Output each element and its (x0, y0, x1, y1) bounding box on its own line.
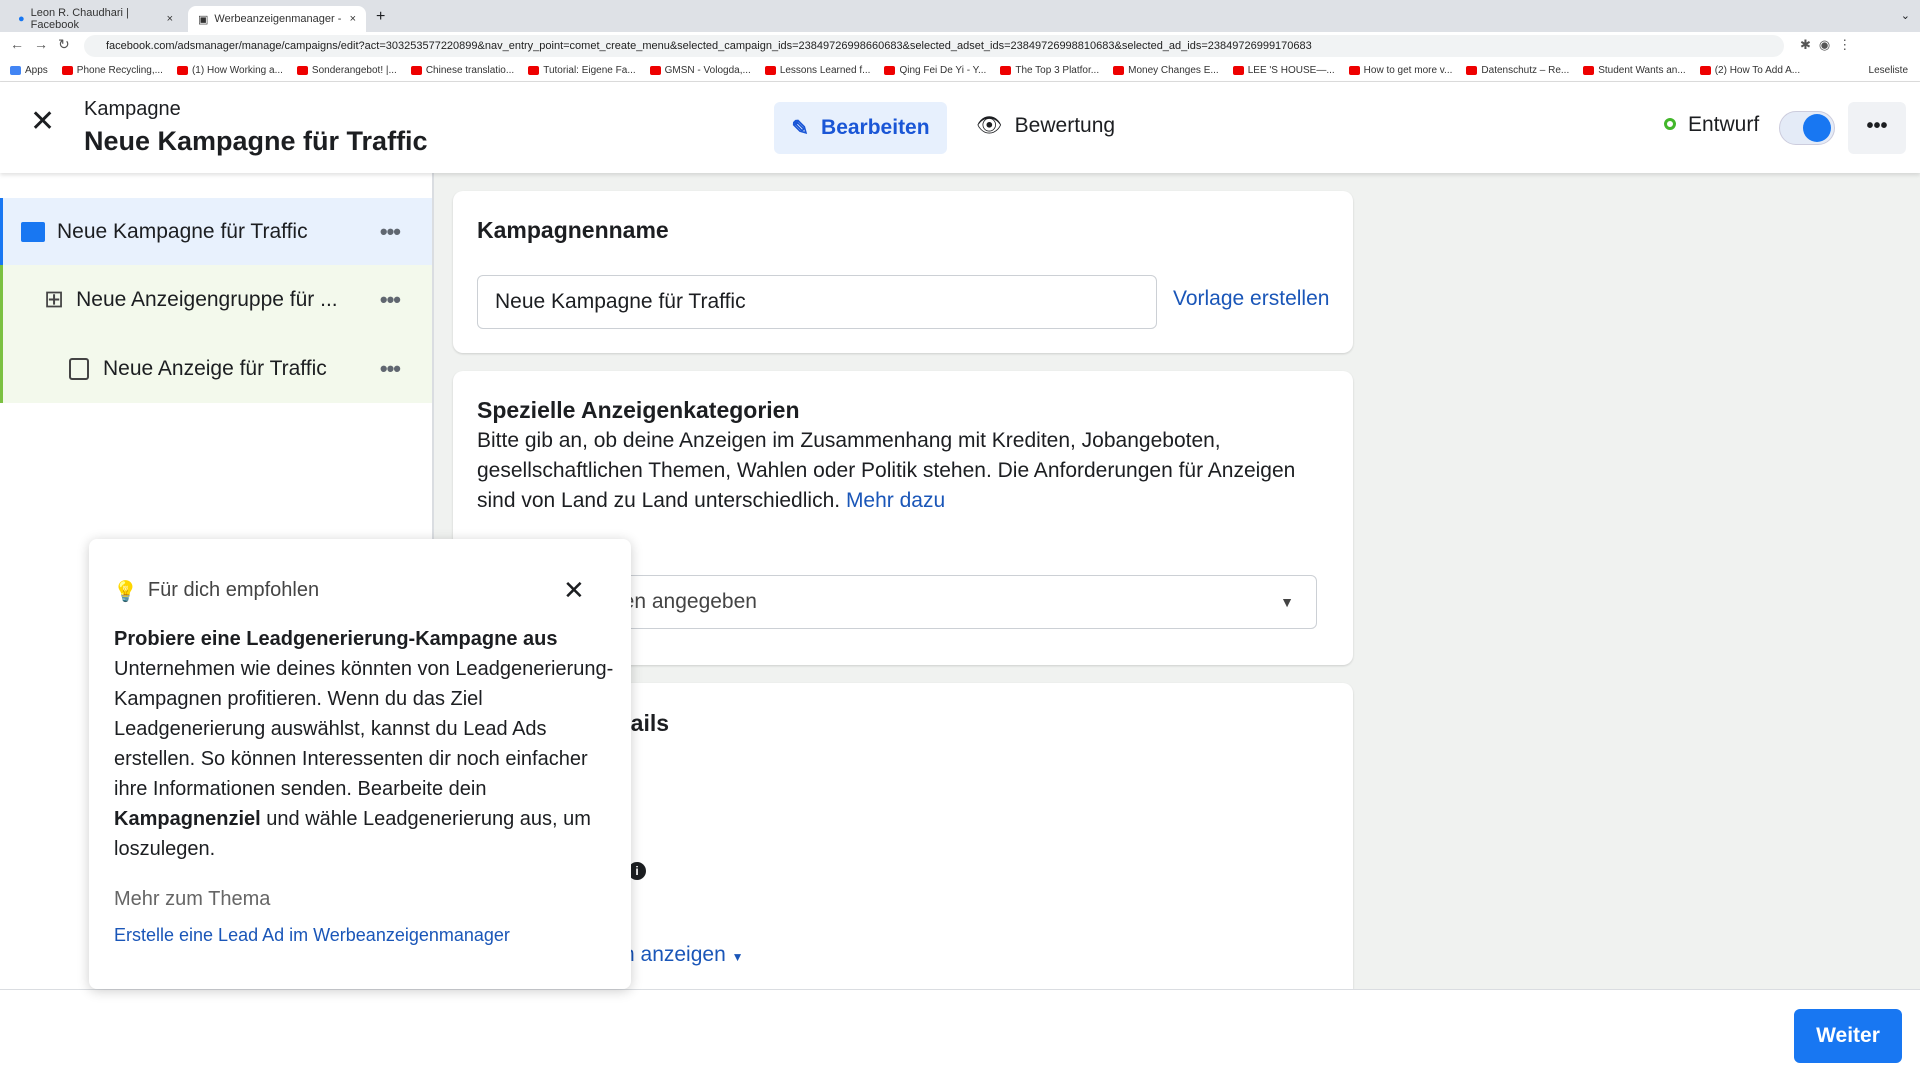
facebook-icon: ● (18, 13, 25, 25)
bookmark-icon (10, 66, 21, 75)
bookmark-icon (1232, 66, 1244, 75)
ad-icon (69, 357, 89, 380)
new-tab-button[interactable]: + (376, 8, 385, 26)
sidebar-item-campaign[interactable]: Neue Kampagne für Traffic ••• (0, 198, 432, 265)
next-button[interactable]: Weiter (1794, 1009, 1902, 1063)
item-options-icon[interactable]: ••• (380, 219, 401, 245)
bookmark-icon (296, 66, 308, 75)
bookmark-icon (1466, 66, 1478, 75)
page-title: Neue Kampagne für Traffic (84, 126, 428, 156)
bookmark-icon (884, 66, 896, 75)
browser-tab-active[interactable]: ▣Werbeanzeigenmanager - Wer× (188, 6, 366, 32)
campaign-toggle[interactable] (1779, 111, 1835, 145)
card-title: Spezielle Anzeigenkategorien (477, 397, 800, 423)
caret-down-icon: ▼ (731, 950, 744, 964)
bookmark-icon (61, 66, 73, 75)
browser-tab[interactable]: ● Leon R. Chaudhari | Facebook × (8, 6, 183, 32)
close-icon[interactable]: ✕ (30, 104, 55, 139)
bookmark-item[interactable]: GMSN - Vologda,... (649, 65, 751, 76)
menu-icon[interactable]: ⋮ (1838, 37, 1859, 52)
create-template-link[interactable]: Vorlage erstellen (1173, 287, 1329, 311)
campaign-name-input[interactable]: Neue Kampagne für Traffic (477, 275, 1157, 329)
bookmark-icon (410, 66, 422, 75)
item-options-icon[interactable]: ••• (380, 356, 401, 382)
popup-title: Probiere eine Leadgenerierung-Kampagne a… (114, 628, 558, 650)
bookmark-item[interactable]: Datenschutz – Re... (1466, 65, 1569, 76)
bookmark-item[interactable]: Student Wants an... (1583, 65, 1686, 76)
card-description: Bitte gib an, ob deine Anzeigen im Zusam… (477, 429, 1296, 512)
more-options-button[interactable]: ••• (1848, 102, 1906, 154)
bookmark-item[interactable]: Money Changes E... (1113, 65, 1219, 76)
bookmark-item[interactable]: Apps (10, 65, 48, 76)
sidebar-item-ad[interactable]: Neue Anzeige für Traffic ••• (0, 334, 432, 403)
bookmark-item[interactable]: Phone Recycling,... (61, 65, 163, 76)
forward-icon[interactable]: → (34, 36, 58, 52)
bookmark-item[interactable]: (1) How Working a... (176, 65, 283, 76)
address-bar-row: ←→↻ facebook.com/adsmanager/manage/campa… (0, 32, 1920, 60)
bookmark-icon (1583, 66, 1595, 75)
edit-tab-button[interactable]: ✎ Bearbeiten (774, 102, 947, 154)
reload-icon[interactable]: ↻ (58, 36, 80, 52)
lightbulb-icon: 💡 (113, 581, 138, 603)
learn-more-link[interactable]: Mehr dazu (846, 489, 945, 512)
grid-icon: ⊞ (44, 286, 65, 313)
eye-icon: 👁 (976, 114, 1003, 137)
bookmark-icon (1000, 66, 1012, 75)
bookmark-icon (1348, 66, 1360, 75)
page-icon: ▣ (198, 13, 209, 26)
card-title: Kampagnenname (477, 217, 669, 243)
item-options-icon[interactable]: ••• (380, 287, 401, 313)
campaign-name-card: Kampagnenname Neue Kampagne für Traffic … (453, 191, 1353, 353)
tab-menu-chevron-icon[interactable]: ⌄ (1901, 9, 1910, 22)
review-tab-button[interactable]: 👁 Bewertung (976, 114, 1115, 138)
close-tab-icon[interactable]: × (167, 13, 173, 25)
reading-list-button[interactable]: Leseliste (1869, 65, 1908, 76)
bookmark-item[interactable]: Tutorial: Eigene Fa... (528, 65, 636, 76)
status-dot-icon (1664, 118, 1676, 130)
recommendation-popup: 💡 Für dich empfohlen ✕ Probiere eine Lead… (89, 539, 631, 989)
bookmark-icon (176, 66, 188, 75)
bookmark-item[interactable]: Lessons Learned f... (764, 65, 870, 76)
status-label: Entwurf (1688, 113, 1760, 136)
lead-ad-help-link[interactable]: Erstelle eine Lead Ad im Werbeanzeigenma… (114, 925, 510, 946)
bookmark-item[interactable]: Chinese translatio... (410, 65, 514, 76)
footer-bar: Weiter (0, 989, 1920, 1080)
pencil-icon: ✎ (791, 116, 810, 140)
bookmark-item[interactable]: LEE 'S HOUSE—... (1232, 65, 1335, 76)
bookmark-icon (649, 66, 661, 75)
close-tab-icon[interactable]: × (350, 13, 356, 25)
bookmark-icon (1699, 66, 1711, 75)
breadcrumb-level: Kampagne (84, 98, 181, 120)
popup-body: Probiere eine Leadgenerierung-Kampagne a… (114, 624, 614, 864)
bookmark-item[interactable]: The Top 3 Platfor... (1000, 65, 1099, 76)
folder-icon (21, 221, 45, 242)
show-more-link[interactable]: n anzeigen ▼ (623, 943, 744, 967)
browser-toolbar-icons[interactable]: ✱◉⋮ (1800, 37, 1859, 53)
bookmark-icon (528, 66, 540, 75)
bookmarks-bar: Apps Phone Recycling,... (1) How Working a… (0, 60, 1920, 82)
bookmark-icon (764, 66, 776, 75)
more-on-topic-heading: Mehr zum Thema (114, 888, 271, 910)
bookmark-item[interactable]: Sonderangebot! |... (296, 65, 397, 76)
close-popup-icon[interactable]: ✕ (563, 575, 585, 606)
profile-avatar[interactable]: ◉ (1819, 37, 1838, 52)
back-icon[interactable]: ← (10, 36, 34, 52)
url-input[interactable]: facebook.com/adsmanager/manage/campaigns… (84, 35, 1784, 57)
browser-tab-bar: ● Leon R. Chaudhari | Facebook × ▣ Werbeanz… (0, 0, 1920, 32)
nav-buttons[interactable]: ←→↻ (10, 36, 80, 53)
bookmark-icon (1113, 66, 1125, 75)
bookmark-item[interactable]: (2) How To Add A... (1699, 65, 1800, 76)
extensions-icon[interactable]: ✱ (1800, 37, 1819, 52)
caret-down-icon: ▼ (1280, 594, 1294, 610)
bookmark-item[interactable]: How to get more v... (1348, 65, 1452, 76)
app-header: ✕ Kampagne Neue Kampagne für Traffic ✎ Be… (0, 82, 1920, 173)
popup-header: 💡 Für dich empfohlen (113, 579, 320, 603)
sidebar-item-adset[interactable]: ⊞ Neue Anzeigengruppe für ... ••• (0, 265, 432, 334)
bookmark-item[interactable]: Qing Fei De Yi - Y... (884, 65, 986, 76)
